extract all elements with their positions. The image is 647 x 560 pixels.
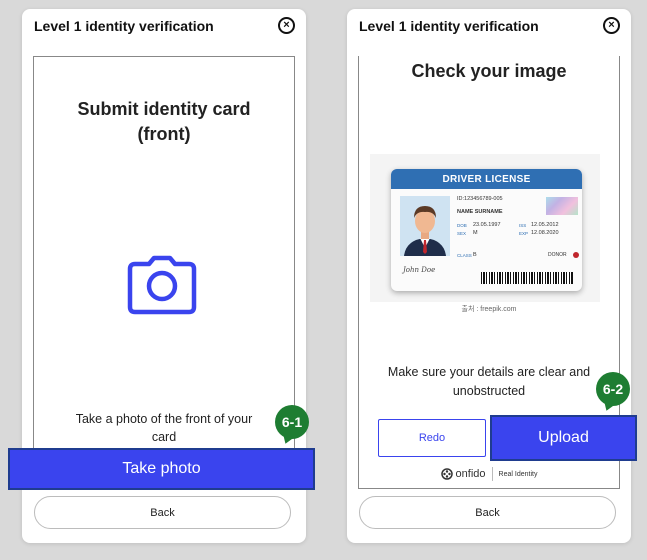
page-heading: Submit identity card (front) — [77, 99, 251, 144]
person-portrait-icon — [400, 196, 450, 256]
donor-dot — [573, 252, 579, 258]
back-button[interactable]: Back — [34, 496, 291, 529]
dob-value: 23.05.1997 — [473, 222, 501, 228]
donor-label: DONOR — [548, 252, 567, 258]
page-heading: Check your image — [411, 61, 567, 81]
close-button[interactable]: × — [278, 17, 295, 34]
panel-title: Level 1 identity verification — [34, 18, 214, 34]
dob-label: DOB — [457, 223, 467, 228]
iss-label: ISS — [519, 223, 527, 228]
back-button[interactable]: Back — [359, 496, 616, 529]
sex-label: SEX — [457, 231, 467, 236]
hologram — [546, 197, 578, 215]
license-header: DRIVER LICENSE — [391, 169, 582, 189]
camera-icon — [127, 255, 197, 315]
check-image-panel: Level 1 identity verification × Check yo… — [347, 9, 637, 543]
iss-value: 12.05.2012 — [531, 222, 559, 228]
brand-footer: onfido Real Identity — [347, 467, 631, 481]
identity-card-front-panel: Level 1 identity verification × Submit i… — [8, 9, 315, 543]
onfido-logo: onfido — [440, 468, 486, 480]
onfido-mark-icon — [440, 468, 453, 480]
redo-button[interactable]: Redo — [378, 419, 486, 457]
license-name: NAME SURNAME — [457, 209, 503, 215]
class-label: CLASS — [457, 253, 472, 258]
close-icon: × — [608, 19, 615, 31]
image-source-note: 출처 : freepik.com — [461, 306, 517, 313]
license-portrait — [400, 196, 450, 256]
instruction-text: Make sure your details are clear and uno… — [387, 365, 591, 398]
exp-value: 12.08.2020 — [531, 230, 559, 236]
take-photo-button[interactable]: Take photo — [8, 448, 315, 490]
close-icon: × — [283, 19, 290, 31]
license-signature: John Doe — [403, 266, 436, 274]
upload-button[interactable]: Upload — [490, 415, 637, 461]
license-barcode — [481, 272, 573, 284]
brand-name: onfido — [455, 468, 486, 480]
instruction-text: Take a photo of the front of your card — [75, 412, 253, 444]
brand-tagline: Real Identity — [498, 470, 538, 478]
captured-image: DRIVER LICENSE ID:123456789-005 NAME SUR… — [370, 154, 600, 302]
brand-divider — [491, 467, 493, 481]
panel-title: Level 1 identity verification — [359, 18, 539, 34]
driver-license-card: DRIVER LICENSE ID:123456789-005 NAME SUR… — [391, 169, 582, 291]
license-id: ID:123456789-005 — [457, 196, 503, 202]
sex-value: M — [473, 230, 478, 236]
step-badge: 6-2 — [596, 372, 630, 406]
capture-frame: Submit identity card (front) Take a phot… — [33, 56, 295, 489]
class-value: B — [473, 252, 477, 258]
close-button[interactable]: × — [603, 17, 620, 34]
exp-label: EXP — [519, 231, 529, 236]
step-badge: 6-1 — [275, 405, 309, 439]
